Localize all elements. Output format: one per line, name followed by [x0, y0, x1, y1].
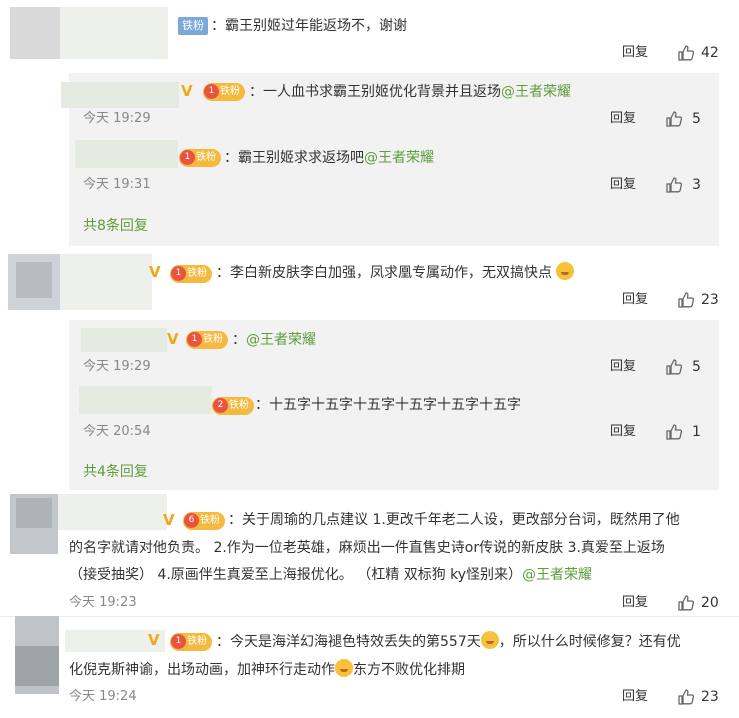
mention-link[interactable]: @王者荣耀: [501, 84, 571, 100]
comment-text: ：霸王别姬过年能返场不，谢谢: [211, 18, 407, 34]
comment-text-line-2: 的名字就请对他负责。 2.作为一位老英雄，麻烦出一件直售史诗or传说的新皮肤 3…: [69, 540, 665, 556]
reply-button[interactable]: 回复: [610, 358, 636, 376]
tie-fan-badge: 1 铁粉: [186, 331, 228, 349]
thumbs-up-icon: [678, 689, 695, 705]
reply-username[interactable]: [81, 328, 167, 352]
like-button[interactable]: 23: [677, 688, 727, 706]
reply-button[interactable]: 回复: [622, 688, 648, 706]
reply-text: ：一人血书求霸王别姬优化背景并且返场@王者荣耀: [249, 84, 571, 100]
thumbs-up-icon: [666, 424, 683, 440]
reply-button[interactable]: 回复: [610, 110, 636, 128]
blush-emoji-icon: [556, 262, 575, 280]
more-replies-link[interactable]: 共4条回复: [83, 463, 148, 481]
surprised-emoji-icon: [480, 631, 499, 649]
comment-time: 今天 19:24: [69, 689, 137, 704]
reply-time: 今天 19:29: [83, 111, 151, 126]
thumbs-up-icon: [666, 177, 683, 193]
tie-fan-badge: 1 铁粉: [179, 149, 221, 167]
avatar[interactable]: [10, 7, 168, 59]
vip-v-icon: V: [149, 263, 161, 281]
fan-badge: 铁粉: [178, 17, 208, 35]
like-count: 5: [692, 359, 701, 375]
more-replies-link[interactable]: 共8条回复: [83, 217, 148, 235]
smile-emoji-icon: [335, 659, 353, 677]
like-button[interactable]: 3: [665, 176, 715, 194]
comment-text-line-1: ：今天是海洋幻海褪色特效丢失的第557天 ，所以什么时候修复？还有优: [216, 631, 681, 653]
reply-panel: V 1 铁粉 ：一人血书求霸王别姬优化背景并且返场@王者荣耀 今天 19:29 回…: [61, 73, 719, 246]
reply-button[interactable]: 回复: [610, 176, 636, 194]
like-count: 23: [701, 689, 719, 705]
like-button[interactable]: 20: [677, 594, 727, 612]
comment-text-line-3: （接受抽奖） 4.原画伴生真爱至上海报优化。 （杠精 双标狗 ky怪别来）@王者…: [69, 567, 593, 583]
thumbs-up-icon: [666, 111, 683, 127]
comment-time: 今天 19:23: [69, 595, 137, 610]
like-button[interactable]: 5: [665, 110, 715, 128]
comment-text-line-2: 化倪克斯神谕，出场动画，加神环行走动作 东方不败优化排期: [69, 659, 465, 681]
avatar[interactable]: [8, 254, 152, 310]
reply-username[interactable]: [79, 386, 212, 414]
like-count: 1: [692, 424, 701, 440]
reply-panel: V 1 铁粉 ：@王者荣耀 今天 19:29 回复 5 2 铁粉 ：十五字十五字十五…: [69, 320, 719, 490]
vip-v-icon: V: [181, 82, 193, 100]
like-button[interactable]: 1: [665, 423, 715, 441]
thumbs-up-icon: [678, 292, 695, 308]
like-count: 23: [701, 292, 719, 308]
reply-button[interactable]: 回复: [622, 44, 648, 62]
tie-fan-badge: 6 铁粉: [183, 512, 225, 530]
mention-link[interactable]: @王者荣耀: [522, 567, 592, 583]
reply-button[interactable]: 回复: [622, 291, 648, 309]
reply-text: ：霸王别姬求求返场吧@王者荣耀: [224, 150, 434, 166]
like-button[interactable]: 5: [665, 358, 715, 376]
mention-link[interactable]: @王者荣耀: [364, 150, 434, 166]
reply-button[interactable]: 回复: [622, 594, 648, 612]
thumbs-up-icon: [678, 595, 695, 611]
like-button[interactable]: 42: [677, 44, 727, 62]
avatar[interactable]: [15, 616, 165, 694]
like-count: 5: [692, 111, 701, 127]
comment-text-line-1: ：关于周瑜的几点建议 1.更改千年老二人设，更改部分台词，既然用了他: [228, 512, 680, 528]
reply-text: ：十五字十五字十五字十五字十五字十五字: [255, 397, 521, 413]
reply-time: 今天 19:31: [83, 177, 151, 192]
reply-text: ：@王者荣耀: [232, 332, 316, 348]
reply-time: 今天 19:29: [83, 359, 151, 374]
mention-link[interactable]: @王者荣耀: [246, 332, 316, 348]
like-button[interactable]: 23: [677, 291, 727, 309]
like-count: 42: [701, 45, 719, 61]
like-count: 3: [692, 177, 701, 193]
reply-button[interactable]: 回复: [610, 423, 636, 441]
thumbs-up-icon: [666, 359, 683, 375]
reply-username[interactable]: [75, 140, 178, 168]
vip-v-icon: V: [163, 511, 175, 529]
tie-fan-badge: 1 铁粉: [170, 633, 212, 651]
tie-fan-badge: 2 铁粉: [212, 397, 254, 415]
reply-username[interactable]: [61, 82, 179, 108]
reply-time: 今天 20:54: [83, 424, 151, 439]
tie-fan-badge: 1 铁粉: [203, 83, 245, 101]
vip-v-icon: V: [167, 330, 179, 348]
vip-v-icon: V: [148, 631, 160, 649]
thumbs-up-icon: [678, 45, 695, 61]
comment-text: ：李白新皮肤李白加强，凤求凰专属动作，无双搞快点: [216, 262, 575, 284]
tie-fan-badge: 1 铁粉: [170, 265, 212, 283]
like-count: 20: [701, 595, 719, 611]
